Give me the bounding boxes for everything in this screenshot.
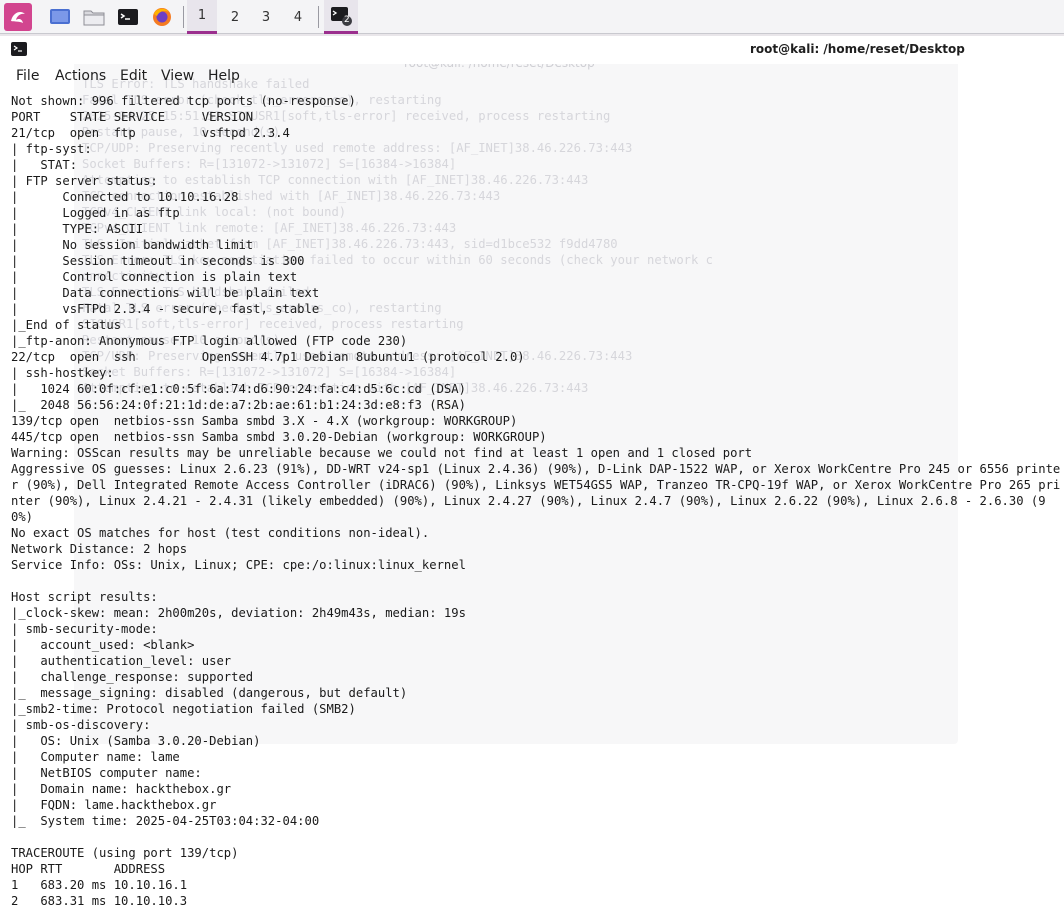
terminal-icon[interactable]	[114, 3, 142, 31]
menu-view[interactable]: View	[161, 68, 194, 84]
window-title: root@kali: /home/reset/Desktop	[750, 42, 965, 56]
terminal-window: root@kali: /home/reset/Desktop TLS Error…	[0, 36, 1064, 922]
taskbar-terminal-button[interactable]: 2	[324, 0, 358, 34]
menu-edit[interactable]: Edit	[120, 68, 147, 84]
menu-bar: File Actions Edit View Help	[0, 64, 1064, 90]
window-count-badge: 2	[344, 15, 350, 25]
workspace-1[interactable]: 1	[187, 0, 217, 34]
menu-file[interactable]: File	[16, 68, 39, 84]
workspace-2[interactable]: 2	[220, 0, 250, 34]
menu-actions[interactable]: Actions	[55, 68, 106, 84]
panel-separator	[318, 6, 319, 28]
menu-help[interactable]: Help	[208, 68, 240, 84]
panel-separator	[183, 6, 184, 28]
file-manager-icon[interactable]	[80, 3, 108, 31]
terminal-output[interactable]: Not shown: 996 filtered tcp ports (no-re…	[11, 93, 1061, 909]
workspace-4[interactable]: 4	[283, 0, 313, 34]
show-desktop-icon[interactable]	[46, 3, 74, 31]
kali-dragon-icon[interactable]	[4, 3, 32, 31]
top-panel: 1 2 3 4 2	[0, 0, 1064, 34]
workspace-3[interactable]: 3	[251, 0, 281, 34]
window-titlebar[interactable]: root@kali: /home/reset/Desktop	[0, 36, 1064, 64]
terminal-icon	[11, 42, 27, 56]
firefox-icon[interactable]	[148, 3, 176, 31]
